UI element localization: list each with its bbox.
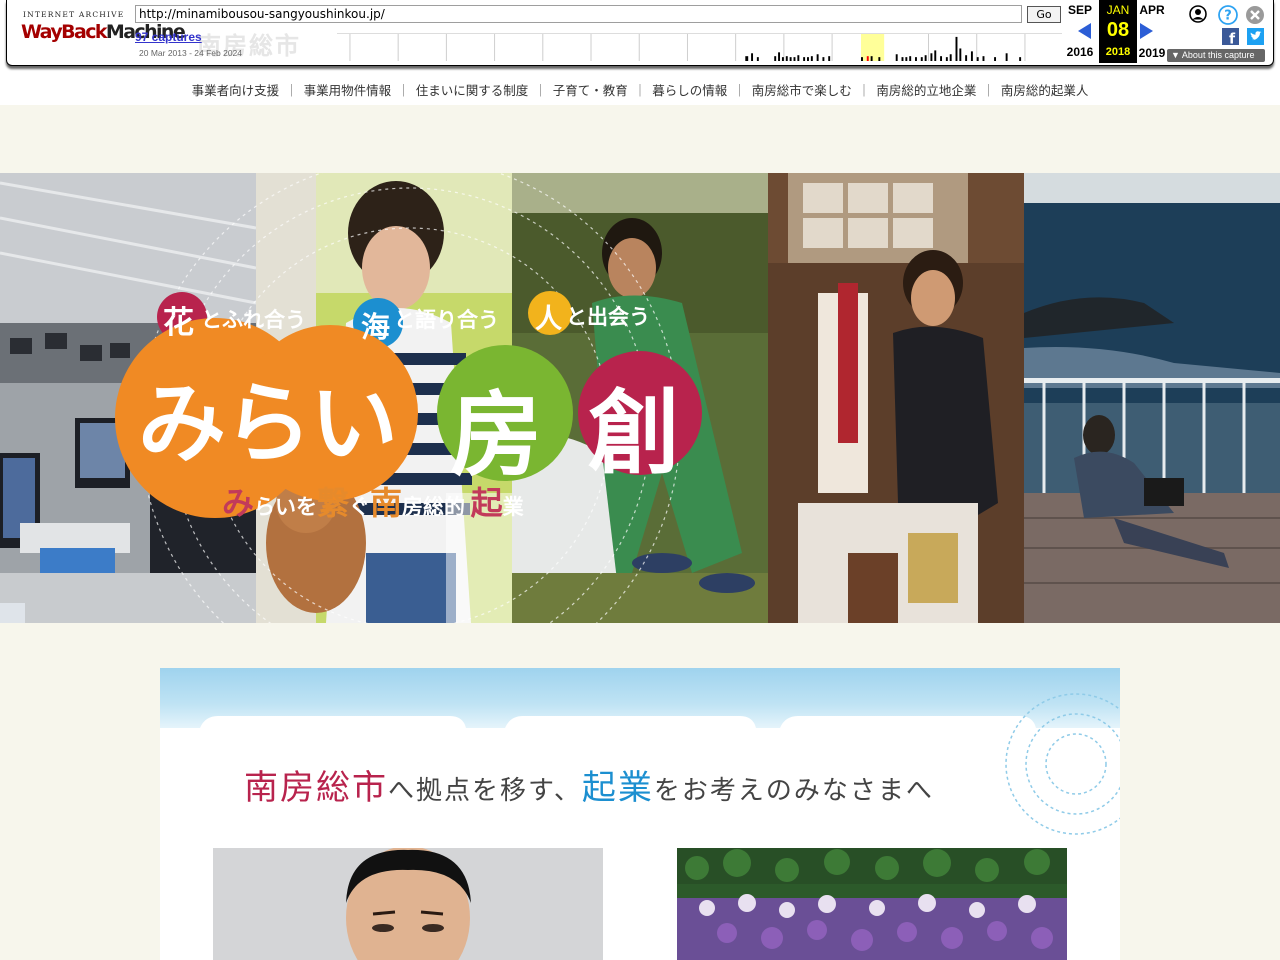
captures-link[interactable]: 97 captures (135, 30, 202, 44)
prev-year[interactable]: 2016 (1063, 45, 1097, 59)
current-capture-date: JAN 08 2018 (1099, 0, 1137, 63)
wayback-toolbar-panel: INTERNET ARCHIVE WayBackMachine 南房総市 Go … (6, 0, 1274, 66)
nav-item-business-support[interactable]: 事業者向け支援 (186, 80, 286, 99)
nav-item-living[interactable]: 暮らしの情報 (646, 80, 733, 99)
svg-text:?: ? (1224, 9, 1232, 24)
wayback-logo[interactable]: INTERNET ARCHIVE WayBackMachine (21, 10, 186, 50)
prev-month[interactable]: SEP (1065, 3, 1095, 17)
hero-banner[interactable]: 花 とふれ合う 海 と語り合う 人 と出会う みらい 房 創 みらいを繋ぐ南房総… (0, 173, 1280, 623)
help-icon[interactable]: ? (1218, 5, 1238, 25)
current-day: 08 (1106, 19, 1130, 41)
mayor-photo[interactable] (213, 848, 603, 960)
current-year: 2018 (1105, 46, 1131, 58)
subtitle-gu: ぐ (349, 495, 371, 519)
sparkline-current-capture (866, 56, 869, 61)
flower-field-photo[interactable] (677, 848, 1067, 960)
sparkline-year-dividers (349, 34, 1026, 61)
intro-tab-shapes (160, 716, 1120, 748)
captures-range: 20 Mar 2013 - 24 Feb 2024 (139, 48, 243, 58)
user-account-icon[interactable] (1189, 5, 1207, 23)
current-month: JAN (1106, 3, 1130, 17)
nav-separator: ｜ (982, 83, 995, 98)
nav-item-housing[interactable]: 住まいに関する制度 (410, 80, 535, 99)
intro-section: 南房総市へ拠点を移す、起業をお考えのみなさまへ (160, 668, 1120, 960)
tagline-2-text: と語り合う (394, 308, 499, 332)
wayback-url-input[interactable] (135, 5, 1022, 23)
intro-heading: 南房総市へ拠点を移す、起業をお考えのみなさまへ (244, 760, 934, 809)
nav-separator: ｜ (534, 83, 547, 98)
about-capture-button[interactable]: ▼ About this capture (1167, 49, 1265, 62)
next-capture-arrow-icon[interactable] (1140, 23, 1153, 39)
nav-item-entrepreneurs[interactable]: 南房総的起業人 (995, 80, 1095, 99)
wayback-logo-top: INTERNET ARCHIVE (23, 10, 125, 19)
capture-sparkline[interactable] (337, 33, 1062, 61)
intro-heading-startup: 起業 (581, 768, 654, 808)
nav-separator: ｜ (285, 83, 298, 98)
wayback-logo-wayback: WayBack (21, 21, 108, 43)
nav-item-business-property[interactable]: 事業用物件情報 (298, 80, 398, 99)
tagline-3-kanji: 人 (535, 304, 562, 335)
twitter-icon[interactable] (1247, 28, 1264, 45)
intro-heading-mid: へ拠点を移す、 (388, 776, 582, 806)
about-capture-label: About this capture (1181, 50, 1255, 60)
tagline-3-text: と出会う (566, 305, 650, 329)
global-nav: 事業者向け支援｜事業用物件情報｜住まいに関する制度｜子育て・教育｜暮らしの情報｜… (0, 80, 1280, 108)
subtitle-ki: 起 (470, 484, 503, 522)
nav-item-enjoy[interactable]: 南房総市で楽しむ (746, 80, 858, 99)
subtitle-bousouteki: 房総的 (402, 495, 466, 519)
nav-separator: ｜ (857, 83, 871, 98)
subtitle-mi: み (222, 484, 255, 522)
wayback-go-button[interactable]: Go (1027, 6, 1061, 23)
subtitle-gyou: 業 (502, 495, 524, 519)
facebook-icon[interactable]: f (1222, 28, 1239, 45)
nav-separator: ｜ (733, 83, 746, 98)
close-icon[interactable] (1245, 5, 1265, 25)
logo-sou: 創 (588, 380, 681, 487)
next-month[interactable]: APR (1135, 3, 1169, 17)
tagline-1-kanji: 花 (163, 305, 194, 341)
svg-text:f: f (1229, 32, 1236, 46)
intro-heading-city: 南房総市 (244, 768, 388, 808)
subtitle-raiwo: らいを (254, 495, 318, 519)
subtitle-tsuna: 繋 (317, 484, 350, 522)
tagline-1-text: とふれ合う (201, 308, 306, 332)
nav-item-companies[interactable]: 南房総的立地企業 (870, 80, 982, 99)
nav-item-childcare[interactable]: 子育て・教育 (547, 80, 634, 99)
logo-mirai: みらい (138, 372, 398, 475)
hero-subtitle: みらいを繋ぐ南房総的 起業 (222, 478, 524, 524)
tagline-2-kanji: 海 (361, 310, 391, 344)
logo-bou: 房 (450, 382, 543, 489)
intro-circle-deco (1005, 693, 1120, 835)
about-caret-icon: ▼ (1171, 50, 1182, 60)
nav-separator: ｜ (633, 83, 647, 98)
subtitle-minami: 南 (370, 484, 403, 522)
nav-separator: ｜ (397, 83, 410, 98)
next-year[interactable]: 2019 (1135, 46, 1169, 60)
intro-heading-end: をお考えのみなさまへ (653, 776, 934, 806)
wayback-toolbar: INTERNET ARCHIVE WayBackMachine 南房総市 Go … (0, 0, 1280, 68)
hero-top-band (0, 105, 1280, 173)
prev-capture-arrow-icon[interactable] (1078, 23, 1091, 39)
